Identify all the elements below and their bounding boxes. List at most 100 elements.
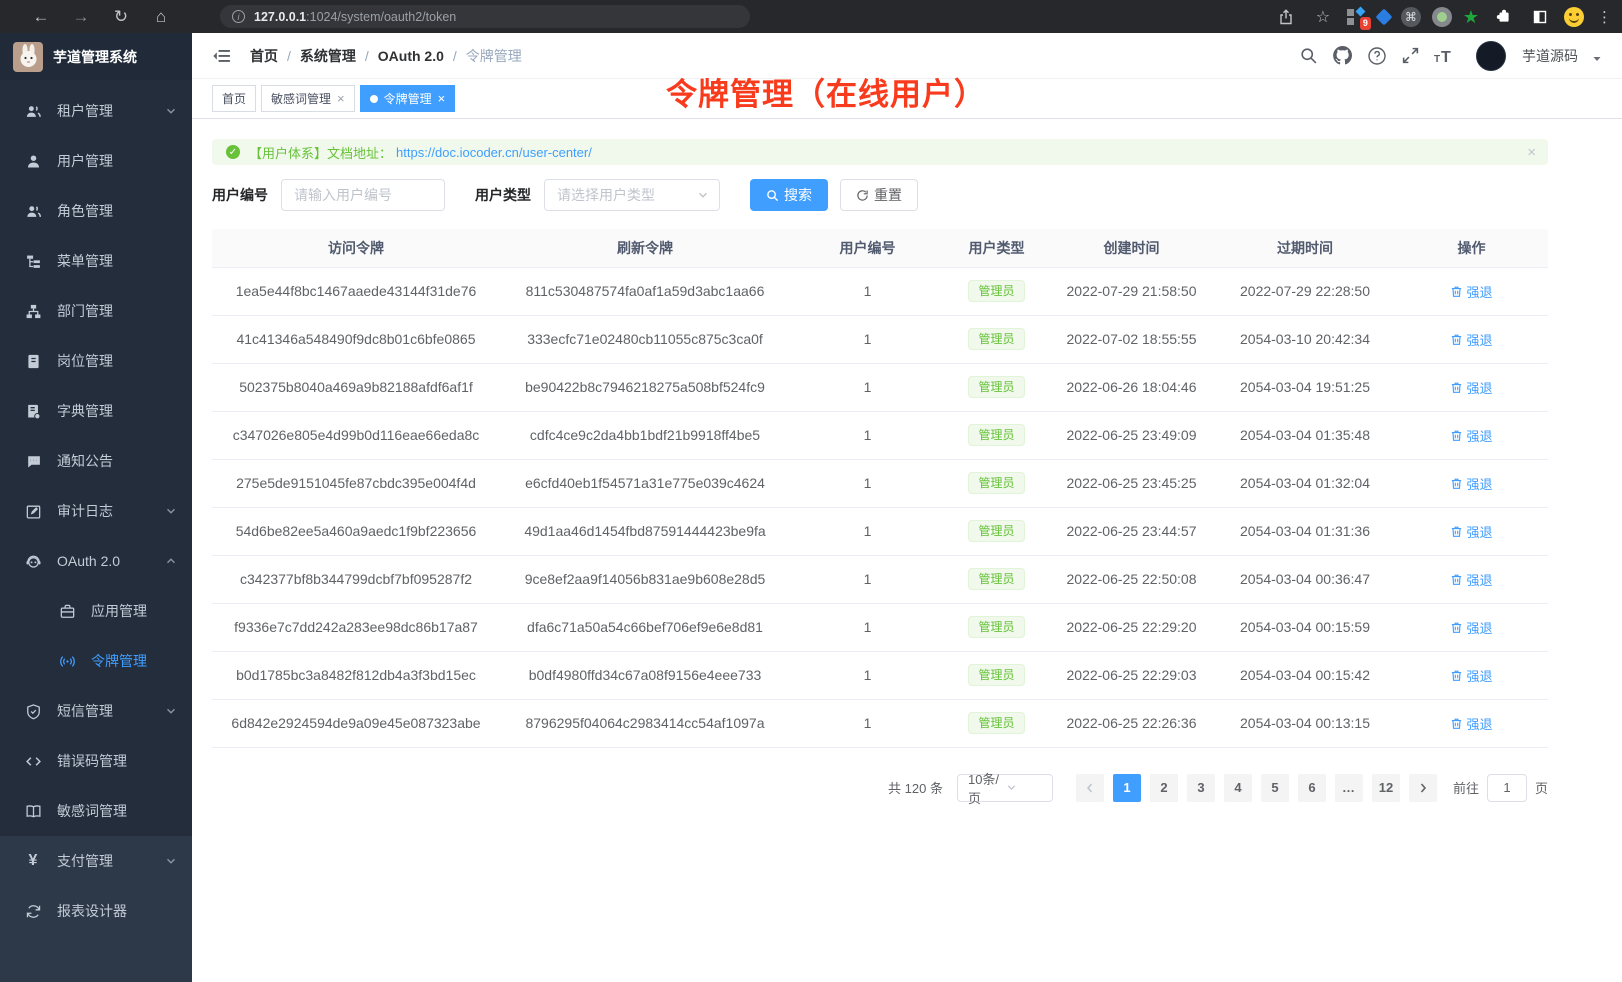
force-logout-button[interactable]: 强退 [1450,666,1492,685]
user-type-select[interactable]: 请选择用户类型 [544,179,720,211]
refresh-icon [24,903,42,920]
app-logo-row[interactable]: 芋道管理系统 [0,33,192,80]
access-token-cell: 54d6be82ee5a460a9aedc1f9bf223656 [212,507,500,555]
action-cell: 强退 [1395,459,1548,507]
sidebar-item-label: 用户管理 [57,151,113,171]
sidebar-item-errcode[interactable]: 错误码管理 [0,736,192,786]
browser-home-icon[interactable]: ⌂ [148,4,174,30]
extension-star-icon[interactable]: ★ [1463,8,1479,26]
sidebar-item-sms[interactable]: 短信管理 [0,686,192,736]
sidebar-item-role[interactable]: 角色管理 [0,186,192,236]
sidebar-item-label: 租户管理 [57,101,113,121]
url-text[interactable]: 127.0.0.1:1024/system/oauth2/token [254,10,456,24]
created-time-cell: 2022-06-25 23:49:09 [1048,411,1215,459]
sidebar-item-dict[interactable]: 字典管理 [0,386,192,436]
share-icon[interactable] [1273,4,1299,30]
created-time-cell: 2022-06-25 22:26:36 [1048,699,1215,747]
sidebar-item-dept[interactable]: 部门管理 [0,286,192,336]
extension-puzzle-icon[interactable] [1490,4,1516,30]
user-avatar[interactable] [1476,41,1506,71]
sidebar-item-notice[interactable]: 通知公告 [0,436,192,486]
font-size-icon[interactable]: TT [1434,47,1456,65]
extension-gem-icon[interactable] [1375,8,1392,25]
caret-down-icon[interactable] [1592,54,1602,64]
tab-close-icon[interactable]: × [438,92,446,105]
force-logout-button[interactable]: 强退 [1450,522,1492,541]
user-type-badge: 管理员 [968,712,1024,735]
sidebar-item-oauth[interactable]: OAuth 2.0 [0,536,192,586]
force-logout-button[interactable]: 强退 [1450,378,1492,397]
page-button-3[interactable]: 3 [1187,774,1215,802]
force-logout-label: 强退 [1466,426,1492,445]
tag-tab-active[interactable]: 令牌管理× [360,85,456,112]
sidebar-item-oauth-app[interactable]: 应用管理 [0,586,192,636]
page-size-select[interactable]: 10条/页 [957,774,1053,802]
pagination-more-button[interactable]: … [1335,774,1363,802]
alert-close-icon[interactable]: × [1527,144,1536,161]
sidebar-item-pay[interactable]: ¥支付管理 [0,836,192,886]
sidebar-item-report[interactable]: 报表设计器 [0,886,192,936]
sidebar-item-sensitive[interactable]: 敏感词管理 [0,786,192,836]
page-button-6[interactable]: 6 [1298,774,1326,802]
sidebar-item-menu[interactable]: 菜单管理 [0,236,192,286]
force-logout-button[interactable]: 强退 [1450,570,1492,589]
user-type-cell: 管理员 [945,411,1048,459]
next-page-button[interactable] [1409,774,1437,802]
force-logout-button[interactable]: 强退 [1450,426,1492,445]
tag-tab-1[interactable]: 敏感词管理× [261,85,355,112]
address-bar[interactable]: i 127.0.0.1:1024/system/oauth2/token [220,5,750,28]
sidebar-item-oauth-token[interactable]: 令牌管理 [0,636,192,686]
force-logout-button[interactable]: 强退 [1450,474,1492,493]
yen-icon: ¥ [24,853,42,869]
tag-tab-0[interactable]: 首页 [212,85,256,112]
page-button-2[interactable]: 2 [1150,774,1178,802]
github-icon[interactable] [1332,45,1353,66]
extension-command-icon[interactable]: ⌘ [1401,7,1421,27]
force-logout-button[interactable]: 强退 [1450,714,1492,733]
table-row: 54d6be82ee5a460a9aedc1f9bf22365649d1aa46… [212,507,1548,555]
extension-grid-icon[interactable]: 9 [1347,7,1367,27]
user-id-input[interactable] [281,179,445,211]
chevron-down-icon [165,505,177,517]
bookmark-star-icon[interactable]: ☆ [1310,4,1336,30]
site-info-icon[interactable]: i [232,10,245,23]
created-time-cell: 2022-06-25 22:29:20 [1048,603,1215,651]
fullscreen-icon[interactable] [1401,46,1420,65]
breadcrumb-item[interactable]: 系统管理 [300,46,356,66]
reading-mode-icon[interactable] [1527,4,1553,30]
refresh-token-cell: dfa6c71a50a54c66bef706ef9e6e8d81 [500,603,790,651]
menu-fold-icon[interactable] [212,46,232,66]
sidebar-item-label: 短信管理 [57,701,113,721]
sidebar-item-user[interactable]: 用户管理 [0,136,192,186]
search-button[interactable]: 搜索 [750,179,828,211]
page-button-5[interactable]: 5 [1261,774,1289,802]
page-button-12[interactable]: 12 [1372,774,1400,802]
prev-page-button[interactable] [1076,774,1104,802]
force-logout-button[interactable]: 强退 [1450,282,1492,301]
browser-reload-icon[interactable]: ↻ [108,4,134,30]
page-button-1[interactable]: 1 [1113,774,1141,802]
access-token-cell: b0d1785bc3a8482f812db4a3f3bd15ec [212,651,500,699]
browser-back-icon[interactable]: ← [28,4,54,30]
breadcrumb-item[interactable]: OAuth 2.0 [378,48,444,64]
sidebar-item-audit[interactable]: 审计日志 [0,486,192,536]
force-logout-button[interactable]: 强退 [1450,330,1492,349]
force-logout-label: 强退 [1466,282,1492,301]
reset-button[interactable]: 重置 [840,179,918,211]
sidebar-item-post[interactable]: 岗位管理 [0,336,192,386]
tab-close-icon[interactable]: × [337,92,345,105]
profile-emoji-icon[interactable] [1564,7,1584,27]
breadcrumb-item[interactable]: 首页 [250,46,278,66]
sidebar-item-tenant[interactable]: 租户管理 [0,86,192,136]
page-button-4[interactable]: 4 [1224,774,1252,802]
extension-record-icon[interactable] [1432,7,1452,27]
help-icon[interactable] [1367,46,1387,66]
username[interactable]: 芋道源码 [1522,46,1578,66]
force-logout-label: 强退 [1466,618,1492,637]
search-icon[interactable] [1299,46,1318,65]
alert-doc-link[interactable]: https://doc.iocoder.cn/user-center/ [396,145,592,160]
browser-menu-icon[interactable]: ⋮ [1597,8,1612,26]
browser-forward-icon[interactable]: → [68,4,94,30]
goto-page-input[interactable] [1487,774,1527,802]
force-logout-button[interactable]: 强退 [1450,618,1492,637]
